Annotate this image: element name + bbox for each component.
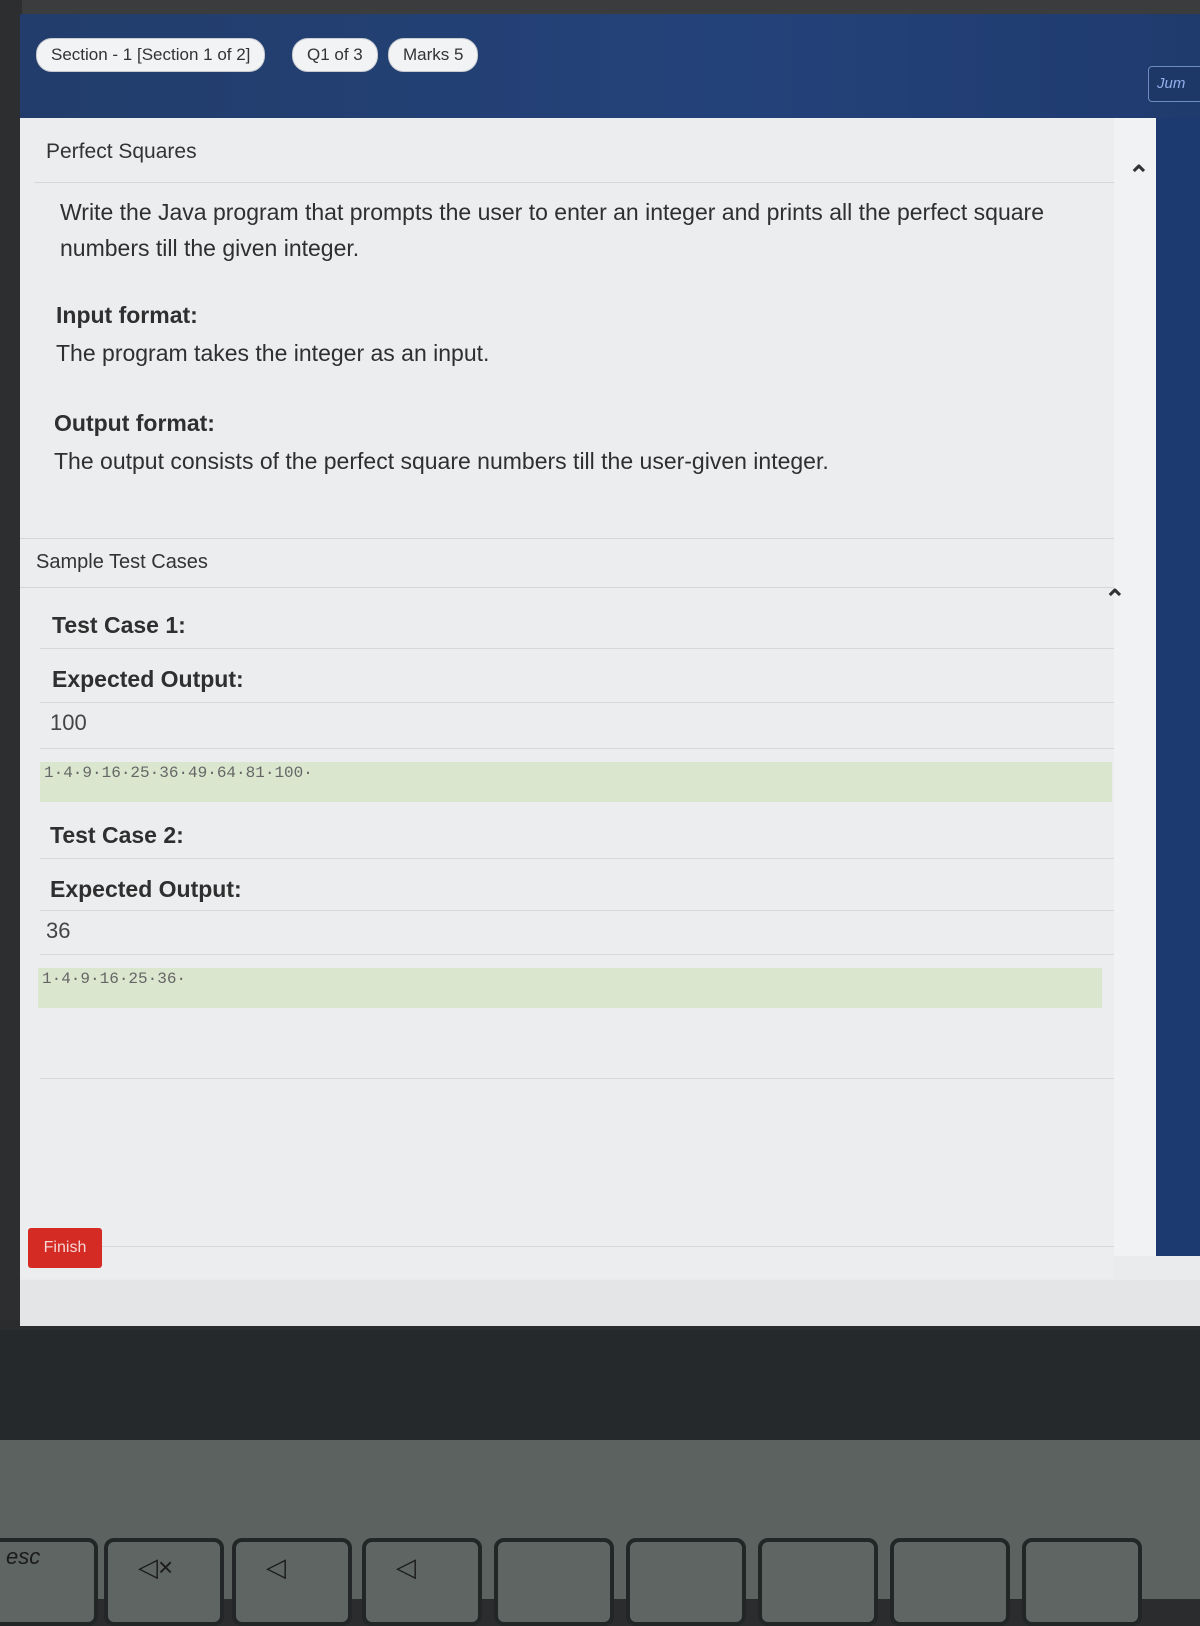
mute-key: ◁× bbox=[104, 1538, 224, 1626]
test-case-input: 36 bbox=[46, 918, 71, 943]
esc-key-label: esc bbox=[6, 1544, 41, 1569]
sample-test-cases-bar: Sample Test Cases bbox=[20, 538, 1114, 588]
test-case-input: 100 bbox=[50, 710, 87, 735]
question-number-badge: Q1 of 3 bbox=[292, 38, 378, 72]
divider bbox=[40, 858, 1114, 859]
volume-up-icon: ◁ bbox=[396, 1552, 416, 1582]
chevron-up-icon[interactable]: ⌃ bbox=[1104, 584, 1126, 615]
test-case-output: 1·4·9·16·25·36·49·64·81·100· bbox=[40, 762, 1112, 802]
test-case-heading: Test Case 2: bbox=[50, 822, 184, 848]
function-key bbox=[626, 1538, 746, 1626]
divider bbox=[40, 1246, 1114, 1247]
function-key bbox=[494, 1538, 614, 1626]
right-sidebar bbox=[1156, 118, 1200, 1256]
output-format-heading: Output format: bbox=[54, 410, 215, 436]
finish-button[interactable]: Finish bbox=[28, 1228, 102, 1268]
expected-output-heading: Expected Output: bbox=[50, 876, 242, 902]
divider bbox=[40, 954, 1114, 955]
volume-up-key: ◁ bbox=[362, 1538, 482, 1626]
divider bbox=[40, 1078, 1114, 1079]
volume-down-key: ◁ bbox=[232, 1538, 352, 1626]
function-key bbox=[1022, 1538, 1142, 1626]
mute-icon: ◁× bbox=[138, 1552, 174, 1582]
divider bbox=[40, 910, 1114, 911]
sample-test-cases-heading: Sample Test Cases bbox=[36, 551, 208, 573]
input-format-text: The program takes the integer as an inpu… bbox=[56, 340, 490, 366]
divider bbox=[40, 648, 1114, 649]
test-case-heading: Test Case 1: bbox=[52, 612, 186, 638]
divider bbox=[40, 748, 1114, 749]
question-title-bar: Perfect Squares bbox=[34, 134, 1114, 183]
input-format-heading: Input format: bbox=[56, 302, 198, 328]
volume-down-icon: ◁ bbox=[266, 1552, 286, 1582]
screen-footer bbox=[20, 1280, 1200, 1326]
question-text: Write the Java program that prompts the … bbox=[60, 199, 1044, 261]
test-case-output: 1·4·9·16·25·36· bbox=[38, 968, 1102, 1008]
question-title: Perfect Squares bbox=[46, 140, 197, 163]
chevron-up-icon[interactable]: ⌃ bbox=[1128, 160, 1150, 191]
function-key bbox=[758, 1538, 878, 1626]
question-panel: Perfect Squares Write the Java program t… bbox=[20, 118, 1114, 1278]
screen: Section - 1 [Section 1 of 2] Q1 of 3 Mar… bbox=[20, 14, 1200, 1326]
expected-output-heading: Expected Output: bbox=[52, 666, 244, 692]
laptop-bezel-left bbox=[0, 0, 22, 1320]
marks-badge: Marks 5 bbox=[388, 38, 479, 72]
jump-button[interactable]: Jum bbox=[1148, 66, 1200, 102]
divider bbox=[40, 702, 1114, 703]
output-format-text: The output consists of the perfect squar… bbox=[54, 448, 829, 474]
esc-key: esc bbox=[0, 1538, 98, 1626]
section-badge[interactable]: Section - 1 [Section 1 of 2] bbox=[36, 38, 266, 72]
header-bar: Section - 1 [Section 1 of 2] Q1 of 3 Mar… bbox=[20, 14, 1200, 118]
laptop-bezel-bottom bbox=[0, 1330, 1200, 1450]
function-key bbox=[890, 1538, 1010, 1626]
